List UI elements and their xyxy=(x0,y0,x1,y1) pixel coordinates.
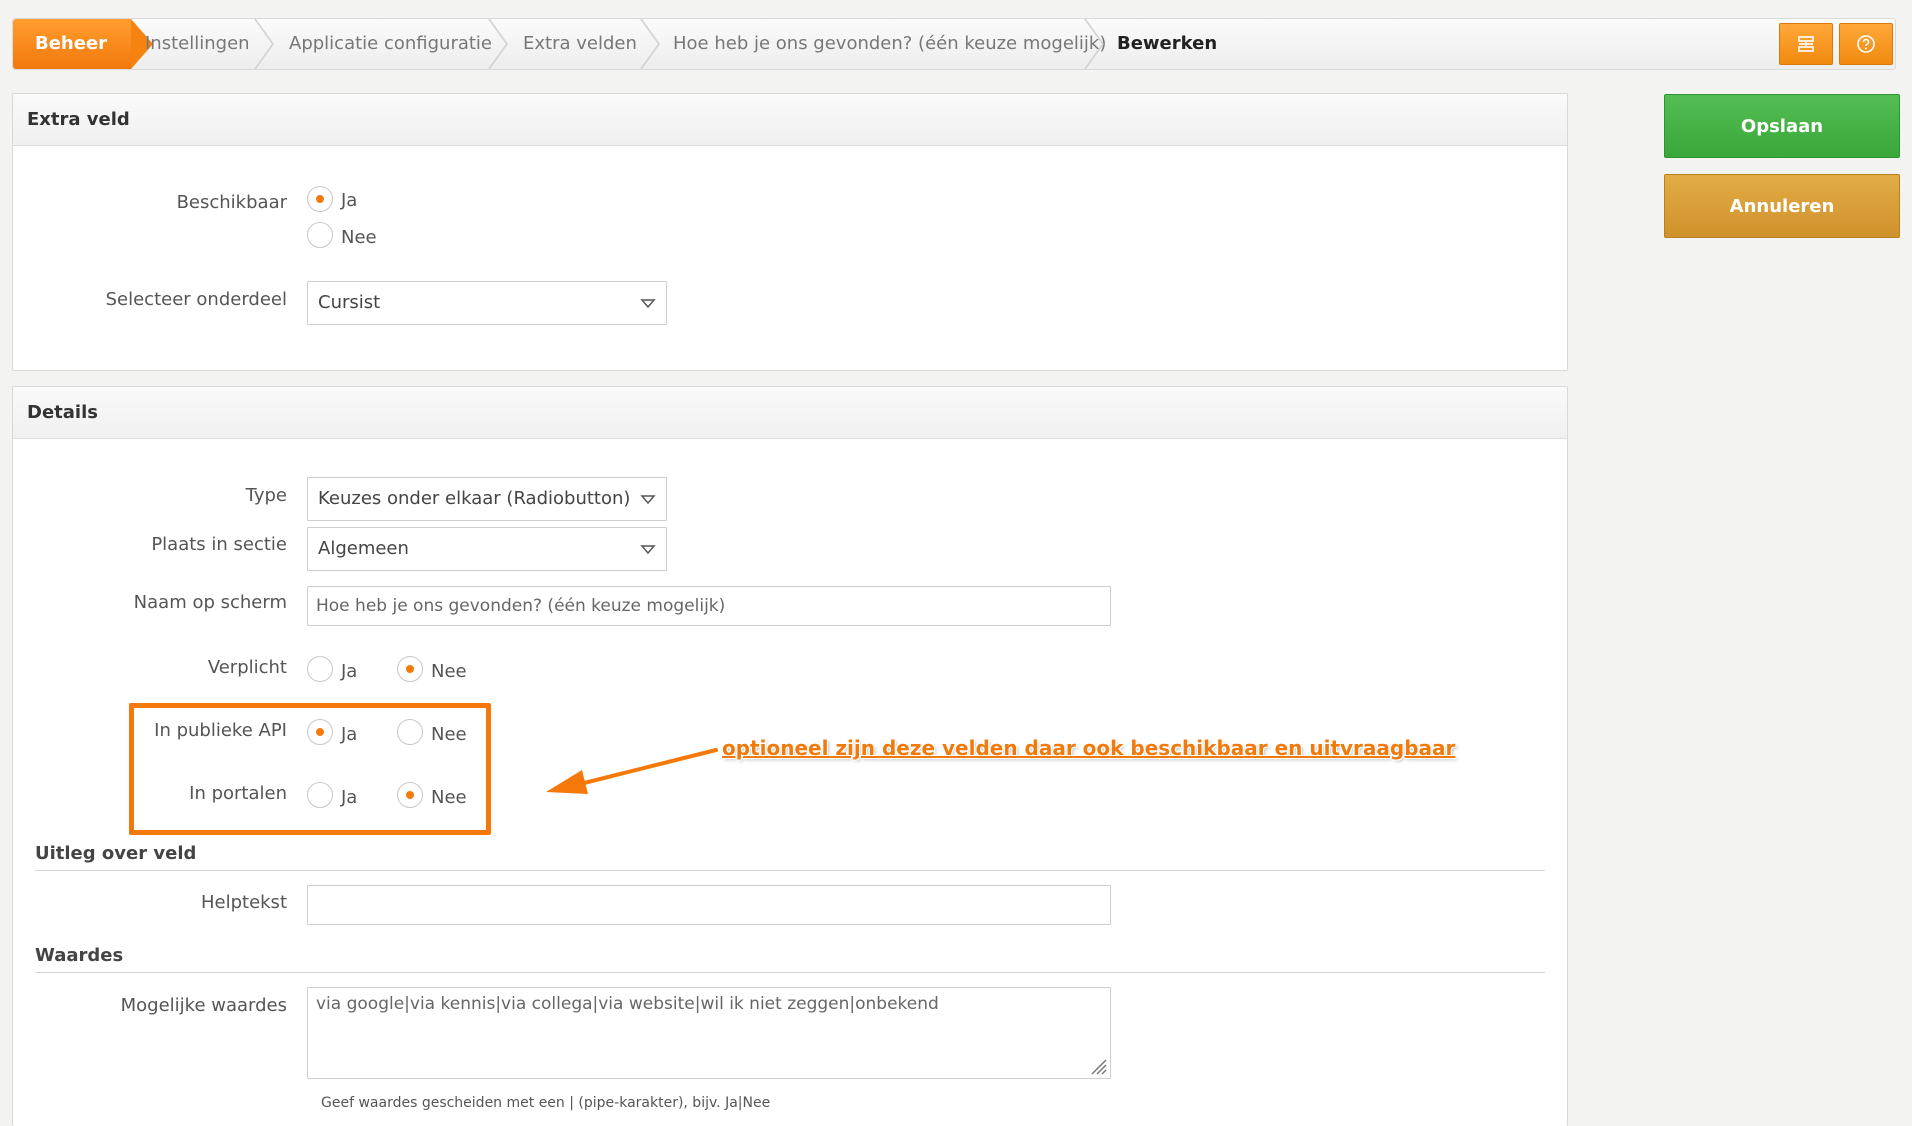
available-no-radio[interactable] xyxy=(307,222,333,248)
place-label: Plaats in sectie xyxy=(151,534,287,555)
place-select-value: Algemeen xyxy=(318,538,409,559)
explain-heading: Uitleg over veld xyxy=(35,843,1545,871)
panel-icon xyxy=(1798,36,1814,52)
part-select[interactable]: Cursist xyxy=(307,281,667,325)
values-heading: Waardes xyxy=(35,945,1545,973)
values-hint: Geef waardes gescheiden met een | (pipe-… xyxy=(321,1095,771,1111)
chevron-down-icon xyxy=(640,545,656,555)
breadcrumb-item-field[interactable]: Hoe heb je ons gevonden? (één keuze moge… xyxy=(673,19,1106,69)
part-select-value: Cursist xyxy=(318,292,381,313)
annotation-highlight-box xyxy=(129,703,491,835)
place-select[interactable]: Algemeen xyxy=(307,527,667,571)
chevron-down-icon xyxy=(640,495,656,505)
required-label: Verplicht xyxy=(207,657,287,678)
help-button[interactable] xyxy=(1839,23,1893,65)
helptext-label: Helptekst xyxy=(200,892,287,913)
panel-extra-veld: Extra veld Beschikbaar Ja Nee Selecteer … xyxy=(12,93,1568,371)
breadcrumb-separator-icon xyxy=(254,19,274,69)
helptext-input[interactable] xyxy=(307,885,1111,925)
available-yes-radio[interactable] xyxy=(307,186,333,212)
required-no-radio[interactable] xyxy=(397,656,423,682)
available-yes-label: Ja xyxy=(341,190,358,211)
help-icon xyxy=(1857,35,1875,53)
breadcrumb-current: Bewerken xyxy=(1117,33,1218,54)
breadcrumb-item-applicatie-configuratie[interactable]: Applicatie configuratie xyxy=(289,19,492,69)
part-label: Selecteer onderdeel xyxy=(105,289,287,310)
panel-title: Details xyxy=(13,387,1567,439)
breadcrumb-separator-icon xyxy=(640,19,660,69)
resize-handle-icon[interactable] xyxy=(1088,1056,1108,1076)
possible-values-textarea[interactable]: via google|via kennis|via collega|via we… xyxy=(307,987,1111,1079)
breadcrumb-item-extra-velden[interactable]: Extra velden xyxy=(523,19,637,69)
available-label: Beschikbaar xyxy=(176,192,287,213)
required-no-label: Nee xyxy=(431,661,467,682)
annotation-arrow-icon xyxy=(546,748,718,794)
panel-toggle-button[interactable] xyxy=(1779,23,1833,65)
chevron-down-icon xyxy=(640,299,656,309)
breadcrumb-item-instellingen[interactable]: Instellingen xyxy=(145,19,250,69)
breadcrumb-separator-icon xyxy=(488,19,508,69)
possible-values-text: via google|via kennis|via collega|via we… xyxy=(316,994,939,1014)
type-select-value: Keuzes onder elkaar (Radiobutton) xyxy=(318,488,631,509)
available-no-label: Nee xyxy=(341,227,377,248)
required-yes-radio[interactable] xyxy=(307,656,333,682)
screen-name-input[interactable]: Hoe heb je ons gevonden? (één keuze moge… xyxy=(307,586,1111,626)
annotation-text: optioneel zijn deze velden daar ook besc… xyxy=(722,736,1456,760)
type-label: Type xyxy=(245,485,287,506)
breadcrumb-separator-icon xyxy=(1084,19,1104,69)
breadcrumb-home[interactable]: Beheer xyxy=(13,19,131,69)
cancel-button[interactable]: Annuleren xyxy=(1664,174,1900,238)
panel-title: Extra veld xyxy=(13,94,1567,146)
required-yes-label: Ja xyxy=(341,661,358,682)
screen-name-label: Naam op scherm xyxy=(133,592,287,613)
type-select[interactable]: Keuzes onder elkaar (Radiobutton) xyxy=(307,477,667,521)
breadcrumb: Beheer Instellingen Applicatie configura… xyxy=(12,18,1896,70)
possible-values-label: Mogelijke waardes xyxy=(120,995,287,1016)
save-button[interactable]: Opslaan xyxy=(1664,94,1900,158)
